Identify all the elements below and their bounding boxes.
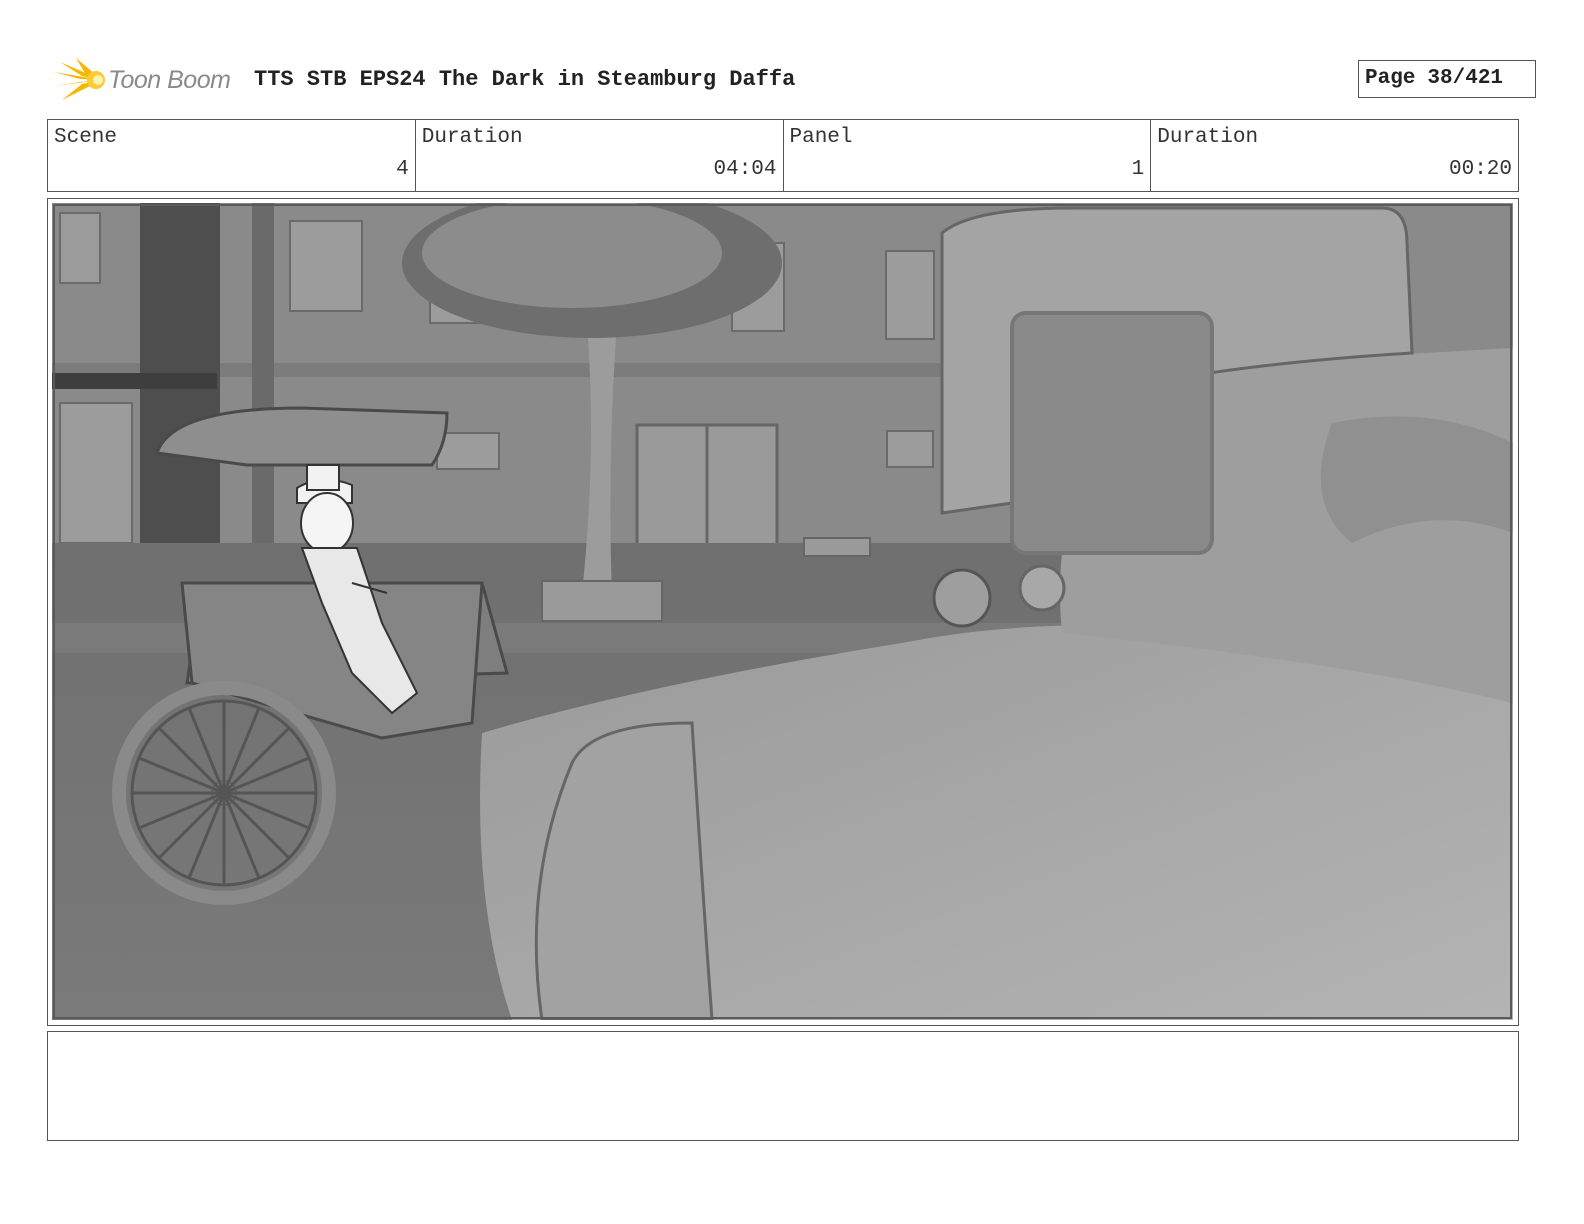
panel-duration-value: 00:20: [1448, 158, 1512, 181]
scene-duration-label: Duration: [421, 126, 523, 149]
page-indicator: Page 38/421: [1358, 60, 1536, 98]
panel-notes-box: [47, 1031, 1519, 1141]
page-label: Page: [1365, 67, 1416, 90]
scene-label: Scene: [54, 126, 118, 149]
panel-label: Panel: [789, 126, 853, 149]
storyboard-panel-image: [52, 203, 1513, 1020]
logo-wordmark: Toon Boom: [108, 66, 231, 94]
toon-boom-burst-icon: [54, 58, 105, 100]
panel-cell: Panel 1: [784, 120, 1152, 191]
panel-info-row: Scene 4 Duration 04:04 Panel 1 Duration …: [47, 119, 1519, 192]
panel-value: 1: [1131, 158, 1145, 181]
scene-duration-value: 04:04: [713, 158, 777, 181]
scene-cell: Scene 4: [48, 120, 416, 191]
panel-duration-label: Duration: [1157, 126, 1259, 149]
scene-value: 4: [396, 158, 409, 181]
page-number: 38/421: [1427, 67, 1504, 90]
toon-boom-logo: Toon Boom: [52, 56, 252, 104]
storyboard-panel-frame: [47, 198, 1519, 1026]
page-header: Toon Boom TTS STB EPS24 The Dark in Stea…: [48, 56, 1536, 104]
document-title: TTS STB EPS24 The Dark in Steamburg Daff…: [254, 67, 796, 92]
panel-duration-cell: Duration 00:20: [1151, 120, 1518, 191]
street-scene-illustration: [52, 203, 1513, 1020]
scene-duration-cell: Duration 04:04: [416, 120, 784, 191]
